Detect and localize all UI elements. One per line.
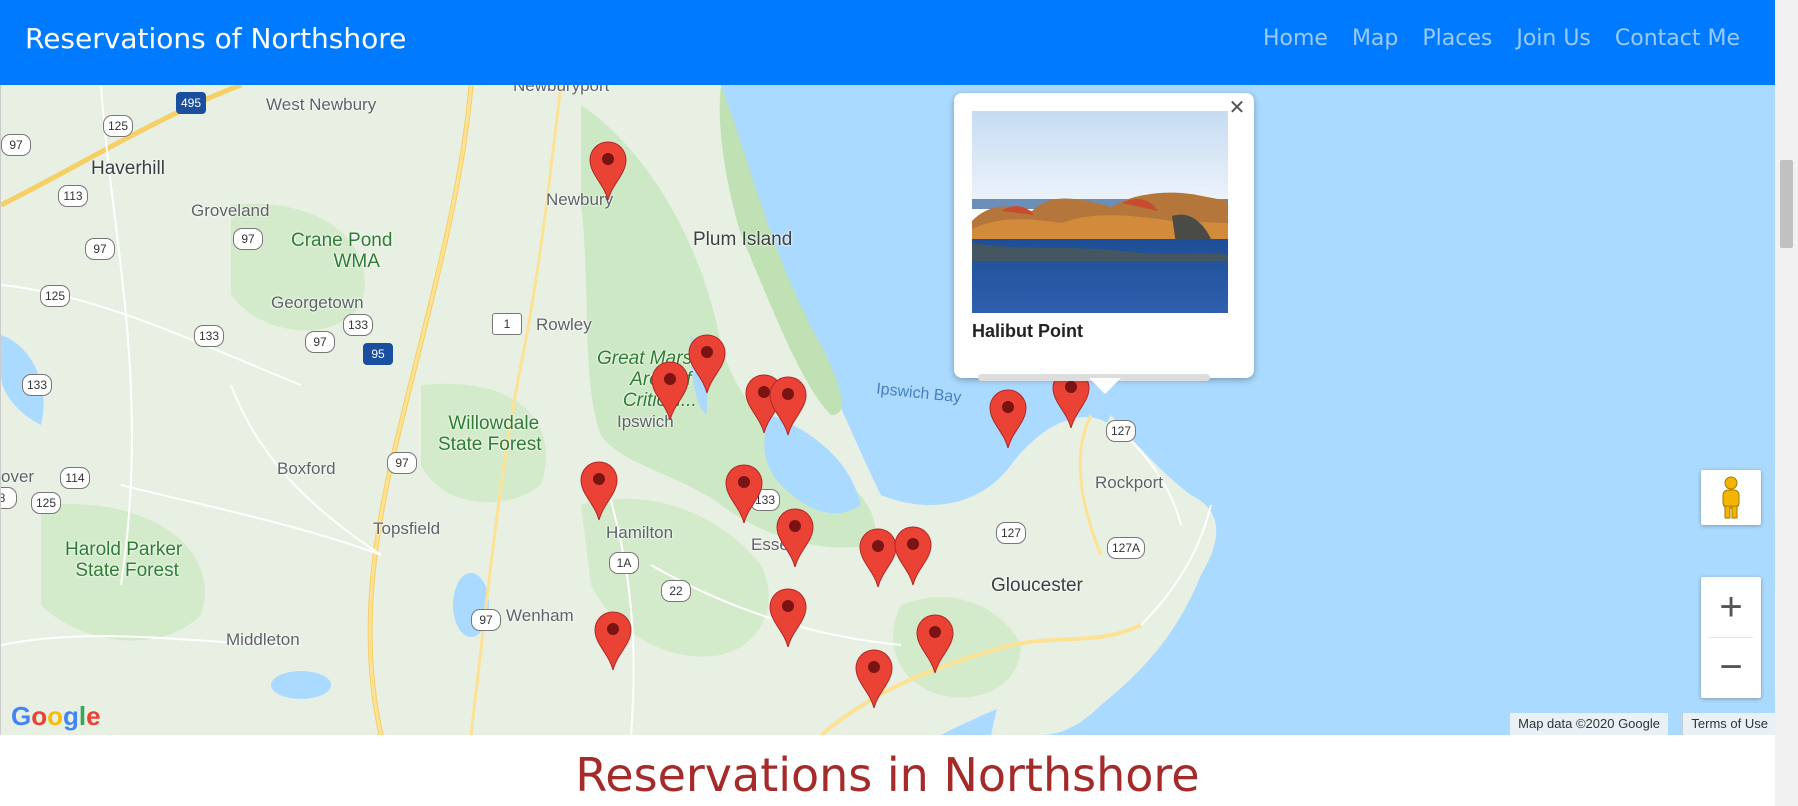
map[interactable]: Newburyport West Newbury Haverhill Grove…: [0, 85, 1776, 735]
map-label: over: [1, 467, 35, 486]
map-label: Harold Parker State Forest: [65, 539, 183, 581]
map-label: Rowley: [536, 315, 592, 334]
pegman-icon: [1722, 476, 1740, 519]
map-label: Haverhill: [91, 158, 165, 179]
map-marker[interactable]: [768, 375, 808, 437]
route-shield: 127A: [1107, 537, 1145, 559]
map-marker[interactable]: [893, 525, 933, 587]
page: Reservations of Northshore Home Map Plac…: [0, 0, 1776, 806]
route-shield: 114: [60, 467, 90, 489]
map-marker[interactable]: [854, 648, 894, 710]
zoom-out-button[interactable]: −: [1701, 638, 1761, 698]
map-marker[interactable]: [775, 507, 815, 569]
map-label: Boxford: [277, 459, 336, 478]
map-label: Rockport: [1095, 473, 1164, 492]
map-label: Willowdale State Forest: [438, 413, 542, 455]
map-marker[interactable]: [768, 587, 808, 649]
map-marker[interactable]: [650, 360, 690, 422]
route-shield: 133: [22, 374, 52, 396]
map-marker[interactable]: [588, 140, 628, 202]
route-shield: 97: [305, 331, 335, 353]
route-shield: 125: [103, 115, 133, 137]
route-shield: 95: [363, 343, 393, 365]
page-scrollbar[interactable]: [1775, 0, 1798, 806]
map-label: Topsfield: [373, 519, 441, 538]
map-label: Groveland: [191, 201, 270, 220]
route-shield: 97: [471, 609, 501, 631]
map-marker[interactable]: [988, 388, 1028, 450]
map-marker[interactable]: [858, 527, 898, 589]
route-shield: 97: [387, 452, 417, 474]
map-label: Wenham: [506, 606, 574, 625]
map-label: Crane Pond WMA: [291, 230, 393, 272]
map-marker[interactable]: [915, 613, 955, 675]
route-shield: 97: [1, 134, 31, 156]
nav-join-us[interactable]: Join Us: [1516, 26, 1591, 51]
street-view-button[interactable]: [1701, 470, 1761, 525]
nav-home[interactable]: Home: [1263, 26, 1328, 51]
route-shield: 125: [31, 492, 61, 514]
page-heading: Reservations in Northshore: [575, 748, 1200, 802]
scrollbar-thumb[interactable]: [1780, 160, 1793, 248]
route-shield: 113: [58, 185, 88, 207]
map-marker[interactable]: [593, 610, 633, 672]
info-window[interactable]: Halibut Point ✕: [954, 93, 1254, 394]
map-label: Gloucester: [991, 575, 1083, 596]
map-data-attribution: Map data ©2020 Google: [1510, 713, 1668, 735]
route-shield: 1A: [609, 552, 639, 574]
info-window-title: Halibut Point: [972, 321, 1083, 341]
route-shield: 97: [85, 238, 115, 260]
google-logo[interactable]: Google: [11, 701, 101, 732]
info-window-scrollbar[interactable]: [978, 374, 1210, 381]
navbar: Reservations of Northshore Home Map Plac…: [0, 0, 1775, 85]
map-label: Plum Island: [693, 229, 793, 250]
nav-map[interactable]: Map: [1352, 26, 1398, 51]
map-label: West Newbury: [266, 95, 377, 114]
route-shield: 127: [1106, 420, 1136, 442]
route-shield: 127: [996, 522, 1026, 544]
route-shield: 133: [194, 325, 224, 347]
map-label: Newburyport: [513, 85, 610, 95]
nav-links: Home Map Places Join Us Contact Me: [1263, 26, 1740, 51]
nav-contact-me[interactable]: Contact Me: [1615, 26, 1740, 51]
map-marker[interactable]: [687, 333, 727, 395]
route-shield: 495: [176, 92, 206, 114]
nav-places[interactable]: Places: [1422, 26, 1492, 51]
map-label: Hamilton: [606, 523, 674, 542]
zoom-control: + −: [1701, 577, 1761, 698]
zoom-in-button[interactable]: +: [1701, 577, 1761, 637]
terms-of-use-link[interactable]: Terms of Use: [1682, 713, 1776, 735]
route-shield: 22: [661, 580, 691, 602]
map-label: Middleton: [226, 630, 300, 649]
route-shield: 1: [492, 313, 522, 335]
map-marker[interactable]: [579, 460, 619, 522]
route-shield: 8: [1, 487, 17, 509]
close-icon[interactable]: ✕: [1226, 97, 1248, 119]
map-label: Georgetown: [271, 293, 364, 312]
place-photo: [972, 111, 1228, 313]
route-shield: 133: [343, 314, 373, 336]
route-shield: 97: [233, 228, 263, 250]
navbar-brand[interactable]: Reservations of Northshore: [25, 22, 406, 55]
map-marker[interactable]: [724, 463, 764, 525]
route-shield: 125: [40, 285, 70, 307]
